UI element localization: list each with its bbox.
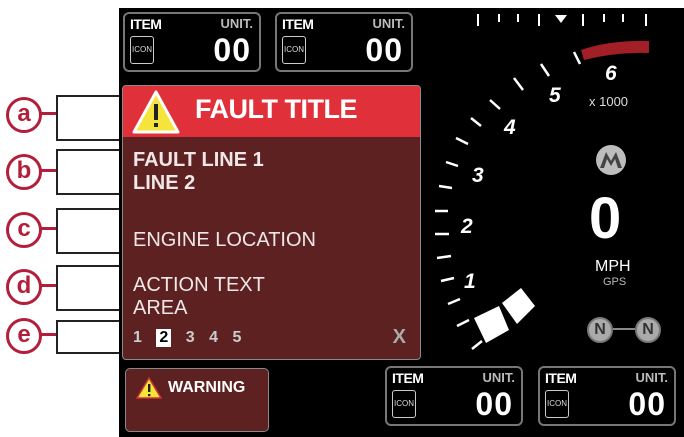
callout-b-bracket bbox=[56, 149, 120, 195]
tach-label-6: 6 bbox=[605, 62, 617, 85]
tach-multiplier: x 1000 bbox=[589, 94, 629, 109]
callout-d: d bbox=[0, 265, 130, 311]
redline-zone bbox=[581, 40, 649, 60]
callout-c: c bbox=[0, 208, 130, 254]
tach-label-4: 4 bbox=[504, 116, 516, 139]
speed-value: 0 bbox=[589, 186, 622, 251]
callout-e: e bbox=[0, 316, 130, 356]
tach-needle bbox=[474, 288, 535, 343]
callout-d-bracket bbox=[56, 265, 120, 311]
callout-a-bracket bbox=[56, 95, 120, 141]
speed-unit: MPH bbox=[595, 258, 631, 275]
gear-indicator-left: N bbox=[587, 317, 613, 343]
gear-indicator-right: N bbox=[635, 317, 661, 343]
callout-d-line bbox=[41, 284, 57, 287]
tach-label-3: 3 bbox=[472, 164, 484, 187]
callout-b: b bbox=[0, 149, 130, 195]
callout-b-line bbox=[41, 169, 57, 172]
tach-label-1: 1 bbox=[464, 270, 476, 293]
callout-c-line bbox=[41, 227, 57, 230]
display-screen: ITEM UNIT. ICON 00 ITEM UNIT. ICON 00 FA… bbox=[119, 8, 684, 437]
callout-e-label: e bbox=[6, 318, 42, 354]
callout-d-label: d bbox=[6, 269, 42, 305]
mercury-logo-icon bbox=[596, 145, 626, 175]
callout-c-label: c bbox=[6, 212, 42, 248]
callout-e-bracket bbox=[56, 320, 120, 354]
tach-label-5: 5 bbox=[549, 84, 561, 107]
gear-connector bbox=[613, 328, 635, 330]
gauge-pointer-icon bbox=[555, 15, 567, 23]
callout-a: a bbox=[0, 95, 130, 141]
callout-e-line bbox=[41, 333, 57, 336]
callout-a-line bbox=[41, 112, 57, 115]
tach-label-2: 2 bbox=[461, 215, 473, 238]
callout-b-label: b bbox=[6, 154, 42, 190]
callout-a-label: a bbox=[6, 97, 42, 133]
callout-c-bracket bbox=[56, 208, 120, 254]
speed-source: GPS bbox=[603, 276, 627, 288]
